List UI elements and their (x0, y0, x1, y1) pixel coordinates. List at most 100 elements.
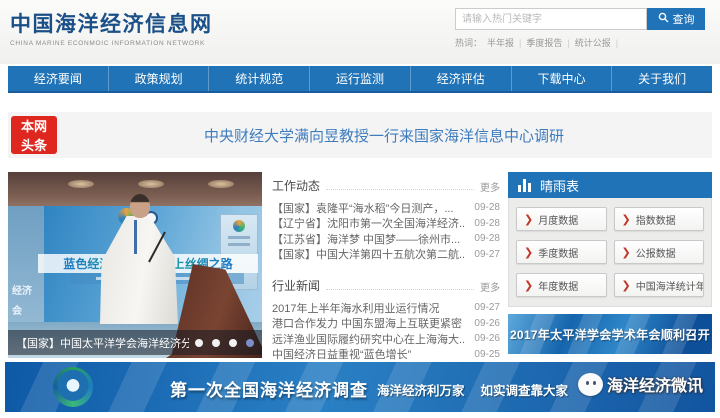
hotwords-bar: 热词： 半年报| 季度报告| 统计公报| (455, 36, 623, 49)
census-slogan-1: 海洋经济利万家 (377, 380, 465, 399)
news-date: 09-28 (474, 233, 500, 244)
more-link[interactable]: 更多 (480, 179, 500, 194)
headline-link[interactable]: 中央财经大学满向昱教授一行来国家海洋信息中心调研 (68, 112, 700, 158)
button-annual-data[interactable]: 年度数据 (516, 273, 607, 297)
news-row: 【国家】袁隆平“海水稻”今日测产，... 09-28 (272, 200, 500, 216)
photo-speaker-lanyard (134, 220, 137, 254)
photo-text-fragment: 会 (12, 302, 22, 317)
section-title: 工作动态 (272, 177, 320, 194)
census-slogans: 海洋经济利万家 如实调查靠大家 (377, 380, 568, 399)
nav-item-download-center[interactable]: 下载中心 (512, 66, 613, 91)
chevron-right-icon (622, 279, 631, 292)
headline-row: 本网 头条 中央财经大学满向昱教授一行来国家海洋信息中心调研 (8, 112, 712, 158)
button-label: 中国海洋统计年鉴 (636, 278, 704, 293)
photo-text-fragment: 经济 (12, 282, 32, 297)
search-button[interactable]: 查询 (647, 8, 705, 30)
button-label: 指数数据 (636, 212, 676, 227)
barometer-header: 晴雨表 (508, 172, 712, 198)
wechat-watermark: 海洋经济微讯 (578, 372, 703, 396)
chevron-right-icon (622, 213, 631, 226)
news-row: 【辽宁省】沈阳市第一次全国海洋经济... 09-28 (272, 216, 500, 232)
photo-light (208, 180, 234, 188)
more-link[interactable]: 更多 (480, 279, 500, 294)
button-monthly-data[interactable]: 月度数据 (516, 207, 607, 231)
nav-item-statistics-standards[interactable]: 统计规范 (209, 66, 310, 91)
census-logo-icon (53, 367, 93, 407)
census-title: 第一次全国海洋经济调查 (170, 376, 368, 401)
carousel-caption-link[interactable]: 【国家】中国太平洋学会海洋经济分会2017... (16, 335, 189, 351)
hotwords-label: 热词： (455, 36, 482, 49)
census-slogan-2: 如实调查靠大家 (481, 380, 569, 399)
button-label: 季度数据 (538, 245, 578, 260)
divider: | (567, 38, 569, 48)
hotword-link[interactable]: 半年报 (487, 36, 514, 49)
site-logo: 中国海洋经济信息网 CHINA MARINE ECONMOIC INFORMAT… (10, 8, 213, 47)
news-date: 09-27 (474, 302, 500, 313)
carousel-dot-active[interactable] (246, 339, 254, 347)
news-link[interactable]: 远洋渔业国际履约研究中心在上海海大... (272, 331, 466, 347)
news-link[interactable]: 【辽宁省】沈阳市第一次全国海洋经济... (272, 215, 466, 231)
main-nav: 经济要闻 政策规划 统计规范 运行监测 经济评估 下载中心 关于我们 (8, 66, 712, 93)
event-banner[interactable]: 2017年太平洋学会学术年会顺利召开 (508, 314, 712, 354)
news-link[interactable]: 中国经济日益重视“蓝色增长” (272, 346, 466, 362)
photo-light (68, 180, 94, 188)
news-link[interactable]: 【国家】中国大洋第四十五航次第二航... (272, 246, 466, 262)
section-work-dynamics: 工作动态 更多 【国家】袁隆平“海水稻”今日测产，... 09-28 【辽宁省】… (272, 176, 500, 262)
wechat-label: 海洋经济微讯 (607, 372, 703, 396)
news-link[interactable]: 【江苏省】海洋梦 中国梦——徐州市... (272, 231, 466, 247)
news-link[interactable]: 港口合作发力 中国东盟海上互联更紧密 (272, 315, 466, 331)
photo-speaker-head (130, 194, 150, 218)
button-label: 公报数据 (636, 245, 676, 260)
nav-item-economic-assessment[interactable]: 经济评估 (411, 66, 512, 91)
nav-item-economic-news[interactable]: 经济要闻 (8, 66, 109, 91)
news-date: 09-26 (474, 318, 500, 329)
photo-light (138, 180, 164, 188)
headline-badge: 本网 头条 (11, 116, 57, 154)
button-statistical-yearbook[interactable]: 中国海洋统计年鉴 (614, 273, 705, 297)
news-date: 09-28 (474, 202, 500, 213)
census-banner[interactable]: 第一次全国海洋经济调查 海洋经济利万家 如实调查靠大家 海洋经济微讯 (5, 362, 715, 412)
news-link[interactable]: 2017年上半年海水利用业运行情况 (272, 300, 466, 316)
news-row: 中国经济日益重视“蓝色增长” 09-25 (272, 347, 500, 363)
news-row: 【江苏省】海洋梦 中国梦——徐州市... 09-28 (272, 231, 500, 247)
news-date: 09-28 (474, 218, 500, 229)
search-button-label: 查询 (673, 11, 695, 27)
photo-logo-icon (233, 220, 245, 232)
chevron-right-icon (524, 213, 533, 226)
news-list: 【国家】袁隆平“海水稻”今日测产，... 09-28 【辽宁省】沈阳市第一次全国… (272, 200, 500, 262)
news-date: 09-25 (474, 349, 500, 360)
hotword-link[interactable]: 统计公报 (575, 36, 611, 49)
news-row: 【国家】中国大洋第四十五航次第二航... 09-27 (272, 247, 500, 263)
dotted-leader (326, 189, 474, 190)
headline-badge-bottom: 头条 (11, 136, 57, 155)
news-link[interactable]: 【国家】袁隆平“海水稻”今日测产，... (272, 200, 466, 216)
site-subtitle: CHINA MARINE ECONMOIC INFORMATION NETWOR… (10, 40, 213, 47)
nav-item-policy-planning[interactable]: 政策规划 (109, 66, 210, 91)
section-industry-news: 行业新闻 更多 2017年上半年海水利用业运行情况 09-27 港口合作发力 中… (272, 276, 500, 362)
headline-badge-top: 本网 (11, 117, 57, 136)
section-title: 行业新闻 (272, 277, 320, 294)
carousel-dot[interactable] (195, 339, 203, 347)
carousel-dot[interactable] (229, 339, 237, 347)
button-index-data[interactable]: 指数数据 (614, 207, 705, 231)
chevron-right-icon (622, 246, 631, 259)
chevron-right-icon (524, 246, 533, 259)
chevron-right-icon (524, 279, 533, 292)
carousel-dot[interactable] (212, 339, 220, 347)
search-input[interactable] (455, 8, 647, 30)
carousel-dots (195, 339, 254, 347)
button-quarterly-data[interactable]: 季度数据 (516, 240, 607, 264)
button-label: 月度数据 (538, 212, 578, 227)
hotword-link[interactable]: 季度报告 (526, 36, 562, 49)
news-carousel[interactable]: 经济 会 蓝色经济与21世纪海上丝绸之路 【国家】中国太平洋学会海洋经济分会20… (8, 172, 262, 358)
button-bulletin-data[interactable]: 公报数据 (614, 240, 705, 264)
event-banner-text: 2017年太平洋学会学术年会顺利召开 (510, 326, 710, 343)
news-row: 港口合作发力 中国东盟海上互联更紧密 09-26 (272, 316, 500, 332)
nav-item-operation-monitoring[interactable]: 运行监测 (310, 66, 411, 91)
search-box: 查询 (455, 8, 705, 30)
wechat-icon (578, 373, 603, 396)
divider: | (616, 38, 618, 48)
button-label: 年度数据 (538, 278, 578, 293)
nav-item-about-us[interactable]: 关于我们 (612, 66, 712, 91)
news-row: 远洋渔业国际履约研究中心在上海海大... 09-26 (272, 331, 500, 347)
